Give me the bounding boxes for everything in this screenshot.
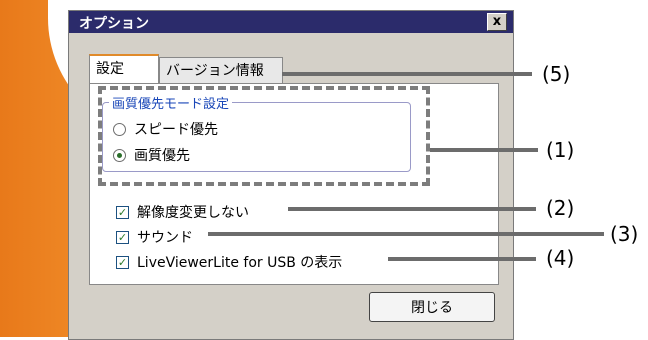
dialog-title: オプション <box>79 16 149 32</box>
leader-line-4 <box>388 257 536 261</box>
tab-version-info[interactable]: バージョン情報 <box>159 57 283 83</box>
leader-line-2 <box>288 207 536 211</box>
checkbox-checked-icon[interactable]: ✓ <box>116 255 129 269</box>
callout-5: (5) <box>542 62 571 86</box>
tab-settings[interactable]: 設定 <box>89 54 159 84</box>
callout-1: (1) <box>546 138 575 162</box>
tab-settings-label: 設定 <box>96 61 124 77</box>
leader-line-5 <box>282 72 532 76</box>
checkbox-no-resolution-change-label: 解像度変更しない <box>137 205 249 221</box>
checkbox-checked-icon[interactable]: ✓ <box>116 205 129 219</box>
checkbox-no-resolution-change[interactable]: ✓ 解像度変更しない <box>116 202 249 222</box>
checkbox-usb-display[interactable]: ✓ LiveViewerLite for USB の表示 <box>116 252 342 272</box>
checkbox-checked-icon[interactable]: ✓ <box>116 230 129 244</box>
callout-4: (4) <box>546 246 575 270</box>
callout-3: (3) <box>610 222 639 246</box>
checkbox-sound[interactable]: ✓ サウンド <box>116 227 193 247</box>
highlight-box <box>98 86 430 186</box>
close-button[interactable]: 閉じる <box>369 292 495 322</box>
leader-line-1 <box>430 148 538 152</box>
tab-version-info-label: バージョン情報 <box>166 63 264 79</box>
close-icon[interactable]: x <box>487 13 507 31</box>
leader-line-3 <box>208 232 604 236</box>
checkbox-usb-display-label: LiveViewerLite for USB の表示 <box>137 255 343 271</box>
checkbox-sound-label: サウンド <box>137 230 193 246</box>
callout-2: (2) <box>546 196 575 220</box>
title-bar: オプション x <box>69 11 513 33</box>
